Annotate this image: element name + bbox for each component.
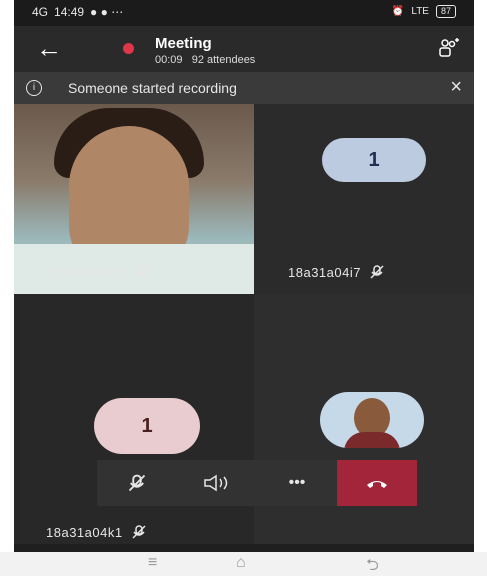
menu-nav-icon[interactable]: ≡ — [148, 554, 157, 572]
meeting-header: ← Meeting 00:09 92 attendees — [14, 26, 474, 72]
speaker-icon — [204, 474, 228, 492]
participant-avatar: 1 — [94, 398, 200, 454]
participant-name: 18a31a04c2 — [50, 264, 151, 280]
participant-name-text: 18a31a04k1 — [46, 524, 123, 540]
more-icon: ••• — [288, 474, 306, 491]
participant-name: 18a31a04k1 — [46, 524, 147, 540]
mic-off-icon — [128, 474, 146, 492]
close-icon[interactable]: × — [450, 76, 462, 99]
meeting-title: Meeting — [155, 35, 212, 52]
battery-icon: 87 — [435, 5, 456, 18]
recording-banner-text: Someone started recording — [68, 80, 237, 96]
mute-button[interactable] — [97, 460, 177, 506]
meeting-subtitle: 00:09 92 attendees — [155, 54, 256, 66]
call-controls: ••• — [97, 460, 417, 506]
android-nav-bar: ≡ ⌂ ⮌ — [0, 552, 487, 576]
more-options-button[interactable]: ••• — [257, 460, 337, 506]
status-bar: 4G 14:49 ● ● ⋯ ⏰ LTE 87 — [14, 0, 474, 26]
participant-tile-photo[interactable] — [254, 294, 474, 544]
participant-name-text: 18a31a04c2 — [50, 264, 127, 280]
end-call-button[interactable] — [337, 460, 417, 506]
status-time: 14:49 — [54, 5, 85, 19]
participant-photo-avatar — [320, 392, 424, 448]
mic-off-icon — [370, 265, 384, 279]
info-icon: i — [26, 80, 42, 96]
hang-up-icon — [367, 481, 387, 488]
arrow-left-icon[interactable]: ← — [36, 34, 62, 62]
recording-banner: i Someone started recording × — [14, 72, 474, 104]
lte-text: LTE — [411, 6, 429, 17]
alarm-icon: ⏰ — [391, 6, 405, 17]
participant-tile-avatar[interactable]: 1 18a31a04k1 — [14, 294, 254, 544]
phone-screen: 4G 14:49 ● ● ⋯ ⏰ LTE 87 ← Meeting 00:09 … — [14, 0, 474, 576]
home-nav-icon[interactable]: ⌂ — [236, 554, 246, 572]
notification-icons: ● ● ⋯ — [90, 5, 124, 19]
signal-icon: 4G — [32, 5, 49, 19]
mic-off-icon — [136, 265, 150, 279]
mic-off-icon — [132, 525, 146, 539]
participant-avatar: 1 — [322, 138, 426, 182]
recording-dot-icon — [123, 43, 134, 54]
back-nav-icon[interactable]: ⮌ — [366, 554, 379, 581]
speaker-button[interactable] — [177, 460, 257, 506]
participant-tile-avatar[interactable]: 1 18a31a04i7 — [254, 104, 474, 294]
add-people-icon[interactable] — [438, 38, 460, 63]
participant-name-text: 18a31a04i7 — [288, 264, 361, 280]
participant-tile-video[interactable]: 18a31a04c2 — [14, 104, 254, 294]
participant-name: 18a31a04i7 — [288, 264, 385, 280]
